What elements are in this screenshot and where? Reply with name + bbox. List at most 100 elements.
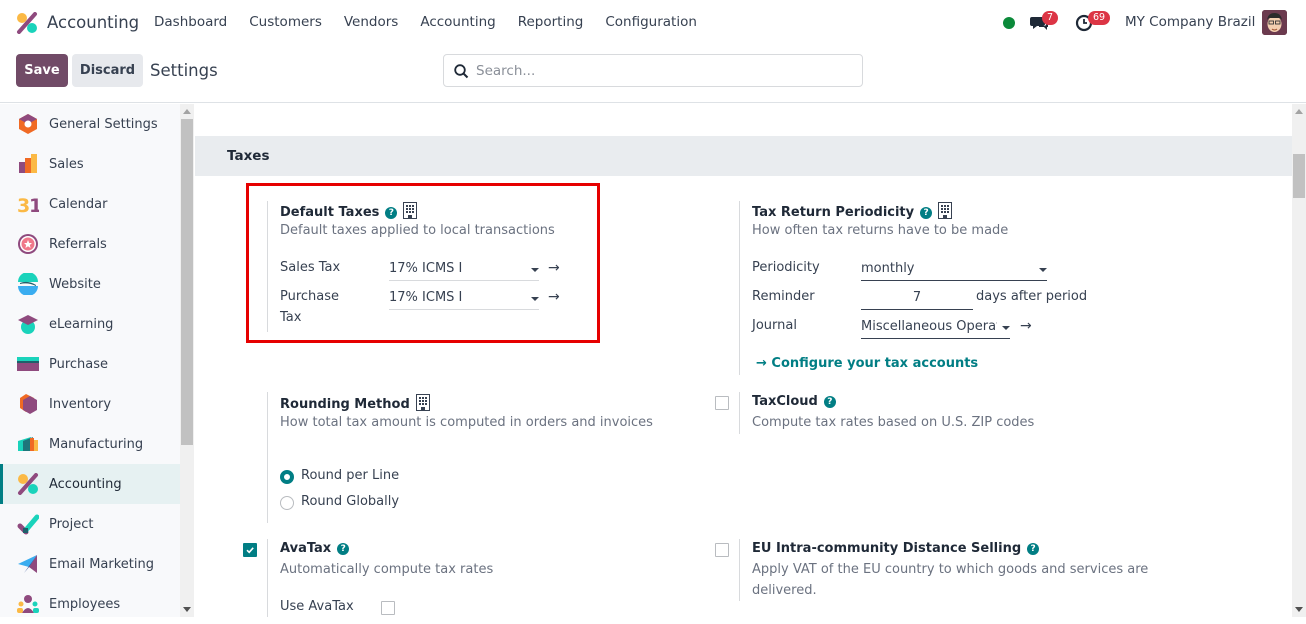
sidebar-item-elearning[interactable]: eLearning [0, 304, 180, 344]
sidebar-item-website[interactable]: Website [0, 264, 180, 304]
sidebar-item-email-marketing[interactable]: Email Marketing [0, 544, 180, 584]
eu-distance-selling-description: Apply VAT of the EU country to which goo… [752, 562, 1149, 577]
help-icon[interactable]: ? [823, 396, 836, 408]
sidebar-scrollbar-thumb[interactable] [181, 119, 193, 445]
sidebar-item-general-settings[interactable]: General Settings [0, 104, 180, 144]
discard-button[interactable]: Discard [72, 54, 143, 87]
search-box[interactable] [443, 54, 863, 87]
rounding-method-title-text: Rounding Method [280, 397, 410, 412]
user-avatar[interactable] [1262, 10, 1287, 35]
sidebar-item-label: Project [49, 516, 94, 532]
sidebar-item-employees[interactable]: Employees [0, 584, 180, 624]
journal-select[interactable]: Miscellaneous Operat [861, 317, 1010, 339]
sidebar-item-project[interactable]: Project [0, 504, 180, 544]
main-scrollbar-thumb[interactable] [1293, 154, 1305, 198]
elearning-icon [18, 315, 38, 334]
main-scrollbar[interactable] [1292, 104, 1306, 617]
sidebar-item-manufacturing[interactable]: Manufacturing [0, 424, 180, 464]
svg-text:1: 1 [29, 195, 39, 215]
company-building-icon [415, 394, 430, 411]
chevron-down-icon [1039, 268, 1047, 272]
scroll-up-icon[interactable] [183, 109, 191, 114]
rounding-method-description: How total tax amount is computed in orde… [280, 415, 653, 430]
presence-status-icon [1003, 17, 1015, 29]
accounting-icon [18, 473, 38, 495]
setting-divider [267, 392, 268, 523]
app-name[interactable]: Accounting [47, 13, 139, 32]
messages-badge: 7 [1042, 11, 1059, 25]
journal-value: Miscellaneous Operat [861, 319, 997, 334]
reminder-suffix: days after period [976, 289, 1088, 304]
help-icon[interactable]: ? [1027, 543, 1040, 555]
round-globally-radio[interactable] [280, 496, 294, 510]
menu-configuration[interactable]: Configuration [605, 14, 697, 30]
round-per-line-label[interactable]: Round per Line [301, 468, 399, 483]
website-icon [18, 273, 38, 295]
scroll-down-icon[interactable] [183, 607, 191, 612]
employees-icon [17, 595, 39, 613]
help-icon[interactable]: ? [337, 543, 350, 555]
periodicity-select[interactable]: monthly [861, 259, 1047, 281]
eu-distance-selling-checkbox[interactable] [715, 543, 729, 557]
control-panel: Save Discard Settings [0, 46, 1306, 103]
section-title: Taxes [227, 148, 270, 164]
configure-tax-accounts-text: Configure your tax accounts [771, 356, 979, 371]
settings-sidebar: General Settings Sales 31 Calendar Refer… [0, 104, 180, 617]
project-icon [17, 514, 39, 535]
taxcloud-title: TaxCloud? [752, 394, 836, 409]
configure-tax-accounts-link[interactable]: → Configure your tax accounts [756, 356, 978, 371]
sidebar-item-label: Accounting [49, 476, 122, 492]
sidebar-item-calendar[interactable]: 31 Calendar [0, 184, 180, 224]
search-input[interactable] [476, 61, 846, 81]
calendar-icon: 31 [17, 195, 39, 215]
periodicity-label: Periodicity [752, 260, 820, 275]
sidebar-item-label: Website [49, 276, 101, 292]
email-marketing-icon [18, 555, 37, 573]
journal-open-arrow-icon[interactable]: → [1020, 318, 1032, 334]
sidebar-item-sales[interactable]: Sales [0, 144, 180, 184]
sidebar-item-label: Email Marketing [49, 556, 154, 572]
taxcloud-checkbox[interactable] [715, 396, 729, 410]
help-icon[interactable]: ? [920, 207, 933, 219]
company-switcher[interactable]: MY Company Brazil [1125, 14, 1255, 30]
round-per-line-radio[interactable] [280, 470, 294, 484]
setting-divider [267, 539, 268, 617]
tax-return-title-text: Tax Return Periodicity [752, 205, 915, 220]
sales-icon [19, 154, 37, 173]
sidebar-item-label: General Settings [49, 116, 158, 132]
menu-reporting[interactable]: Reporting [518, 14, 584, 30]
sidebar-item-accounting[interactable]: Accounting [0, 464, 180, 504]
sidebar-item-inventory[interactable]: Inventory [0, 384, 180, 424]
journal-label: Journal [752, 318, 797, 333]
sidebar-item-label: Employees [49, 596, 121, 612]
sidebar-scrollbar[interactable] [180, 104, 194, 617]
sidebar-item-label: Manufacturing [49, 436, 144, 452]
eu-distance-selling-description-cont: delivered. [752, 583, 817, 598]
manufacturing-icon [18, 437, 38, 451]
menu-vendors[interactable]: Vendors [344, 14, 398, 30]
setting-divider [739, 539, 740, 601]
round-globally-label[interactable]: Round Globally [301, 494, 399, 509]
checkmark-icon [246, 547, 254, 554]
sidebar-item-label: Purchase [49, 356, 109, 372]
taxes-section-header: Taxes [195, 136, 1292, 176]
scroll-up-icon[interactable] [1295, 109, 1303, 114]
sidebar-item-referrals[interactable]: Referrals [0, 224, 180, 264]
rounding-method-title: Rounding Method [280, 394, 430, 412]
general-settings-icon [19, 114, 37, 134]
use-avatax-checkbox[interactable] [381, 601, 395, 615]
taxcloud-title-text: TaxCloud [752, 394, 818, 409]
reminder-days-input[interactable]: 7 [861, 288, 973, 310]
avatax-title: AvaTax? [280, 541, 350, 556]
top-navbar: Accounting Dashboard Customers Vendors A… [0, 0, 1306, 46]
sidebar-item-label: eLearning [49, 316, 114, 332]
sidebar-item-purchase[interactable]: Purchase [0, 344, 180, 384]
scroll-down-icon[interactable] [1295, 607, 1303, 612]
menu-dashboard[interactable]: Dashboard [154, 14, 227, 30]
accounting-app-icon[interactable] [16, 12, 38, 34]
menu-accounting[interactable]: Accounting [420, 14, 495, 30]
save-button[interactable]: Save [16, 54, 68, 87]
menu-customers[interactable]: Customers [249, 14, 322, 30]
settings-content: Taxes [195, 104, 1292, 617]
avatax-checkbox[interactable] [243, 543, 257, 557]
